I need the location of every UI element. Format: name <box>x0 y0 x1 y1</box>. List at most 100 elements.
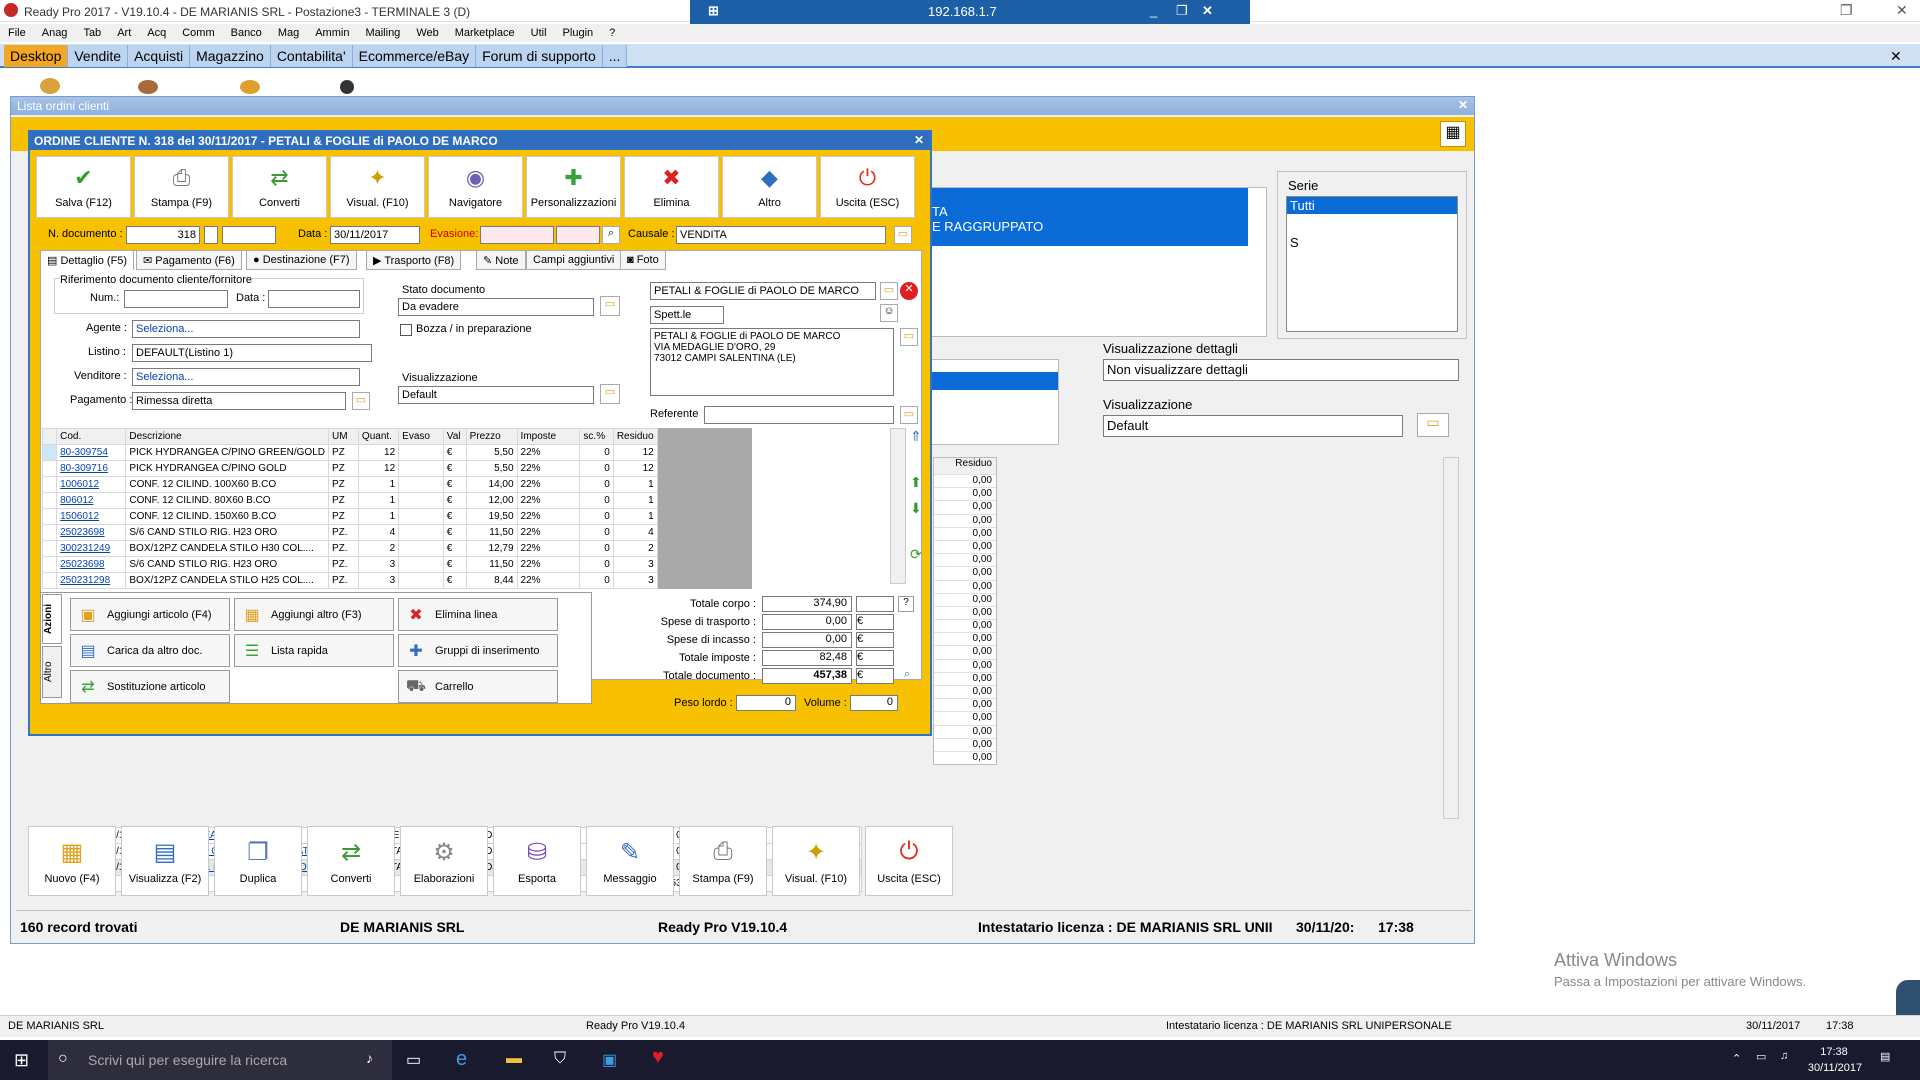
menu-help[interactable]: ? <box>609 27 615 39</box>
tab-vendite[interactable]: Vendite <box>68 45 129 67</box>
tab-foto[interactable]: ◙ Foto <box>620 250 666 270</box>
spese-incasso-value[interactable]: 0,00 <box>762 632 852 648</box>
menu-ammin[interactable]: Ammin <box>315 27 349 39</box>
move-up-icon[interactable]: ⬆ <box>910 474 922 491</box>
tab-trasporto[interactable]: ▶ Trasporto (F8) <box>366 250 462 270</box>
edge-icon[interactable]: e <box>456 1048 467 1071</box>
aggiungi-articolo-button[interactable]: ▣ Aggiungi articolo (F4) <box>70 598 230 631</box>
menu-acq[interactable]: Acq <box>147 27 166 39</box>
taskbar-search[interactable]: ○ Scrivi qui per eseguire la ricerca ♪ <box>48 1040 392 1080</box>
agente-select[interactable]: Seleziona... <box>132 320 360 338</box>
task-view-icon[interactable]: ▭ <box>406 1050 421 1070</box>
tab-acquisti[interactable]: Acquisti <box>128 45 191 67</box>
rif-data-input[interactable] <box>268 290 360 308</box>
stato-folder-icon[interactable]: ▭ <box>600 296 620 316</box>
altro-button[interactable]: ◆ Altro <box>722 156 817 218</box>
col-prezzo[interactable]: Prezzo <box>465 428 518 445</box>
menu-web[interactable]: Web <box>416 27 438 39</box>
minimize-icon[interactable]: _ <box>1150 3 1157 18</box>
tab-note[interactable]: ✎ Note <box>476 250 526 270</box>
tab-destinazione[interactable]: ● Destinazione (F7) <box>246 250 357 270</box>
menu-marketplace[interactable]: Marketplace <box>455 27 515 39</box>
visual-select[interactable]: Default <box>398 386 594 404</box>
menu-plugin[interactable]: Plugin <box>563 27 594 39</box>
tab-magazzino[interactable]: Magazzino <box>190 45 271 67</box>
salva-button[interactable]: ✔ Salva (F12) <box>36 156 131 218</box>
table-row[interactable]: 806012 CONF. 12 CILIND. 80X60 B.CO PZ 1 €12,… <box>41 492 753 509</box>
tab-more[interactable]: ... <box>602 45 628 67</box>
col-sc[interactable]: sc.% <box>579 428 614 445</box>
side-tab-altro[interactable]: Altro <box>42 646 62 698</box>
spese-trasporto-value[interactable]: 0,00 <box>762 614 852 630</box>
venditore-select[interactable]: Seleziona... <box>132 368 360 386</box>
line-cod[interactable]: 300231249 <box>56 540 127 557</box>
menu-util[interactable]: Util <box>531 27 547 39</box>
tab-dettaglio[interactable]: ▤ Dettaglio (F5) <box>40 250 135 270</box>
desktop-icon-4[interactable] <box>340 80 354 94</box>
menu-comm[interactable]: Comm <box>182 27 214 39</box>
report-icon[interactable]: ▦ <box>1440 121 1466 147</box>
causale-folder-icon[interactable]: ▭ <box>894 226 912 244</box>
evasione-search-icon[interactable]: ⌕ <box>602 226 620 244</box>
table-row[interactable]: 25023698 S/6 CAND STILO RIG. H23 ORO PZ. 4 €… <box>41 524 753 541</box>
menu-mag[interactable]: Mag <box>278 27 299 39</box>
carrello-button[interactable]: ⛟ Carrello <box>398 670 558 703</box>
tab-desktop[interactable]: Desktop <box>4 45 69 67</box>
restore-remote-icon[interactable]: ❐ <box>1176 3 1188 19</box>
stampa-bottom-button[interactable]: ⎙ Stampa (F9) <box>679 826 767 896</box>
pin-icon[interactable]: ⊞ <box>708 3 719 19</box>
data-input[interactable]: 30/11/2017 <box>330 226 420 244</box>
line-cod[interactable]: 250231298 <box>56 572 127 589</box>
rif-num-input[interactable] <box>124 290 228 308</box>
bozza-checkbox[interactable] <box>400 324 412 336</box>
uscita-bottom-button[interactable]: ⏻ Uscita (ESC) <box>865 826 953 896</box>
windows-start-icon[interactable]: ⊞ <box>14 1050 29 1071</box>
nuovo-button[interactable]: ▦ Nuovo (F4) <box>28 826 116 896</box>
tab-ecommerce[interactable]: Ecommerce/eBay <box>352 45 477 67</box>
line-cod[interactable]: 25023698 <box>56 524 127 541</box>
converti-dialog-button[interactable]: ⇄ Converti <box>232 156 327 218</box>
vis-select[interactable]: Default <box>1103 415 1403 437</box>
bg-scrollbar[interactable] <box>1443 457 1459 819</box>
gruppi-inserimento-button[interactable]: ✚ Gruppi di inserimento <box>398 634 558 667</box>
col-um[interactable]: UM <box>327 428 359 445</box>
table-row[interactable]: 25023698 S/6 CAND STILO RIG. H23 ORO PZ. 3 €… <box>41 556 753 573</box>
converti-button[interactable]: ⇄ Converti <box>307 826 395 896</box>
desktop-icon-1[interactable] <box>40 78 60 94</box>
remote-app-icon[interactable]: ▣ <box>602 1050 617 1070</box>
tray-chevron-icon[interactable]: ⌃ <box>1732 1052 1741 1065</box>
cliente-remove-icon[interactable]: ✕ <box>900 282 918 300</box>
sostituzione-articolo-button[interactable]: ⇄ Sostituzione articolo <box>70 670 230 703</box>
navigatore-button[interactable]: ◉ Navigatore <box>428 156 523 218</box>
col-cod[interactable]: Cod. <box>56 428 127 445</box>
volume-input[interactable]: 0 <box>850 695 898 711</box>
menu-art[interactable]: Art <box>117 27 131 39</box>
line-cod[interactable]: 80-309754 <box>56 444 127 461</box>
tab-forum[interactable]: Forum di supporto <box>476 45 603 67</box>
address-box[interactable]: PETALI & FOGLIE di PAOLO DE MARCO VIA MED… <box>650 328 894 396</box>
causale-input[interactable]: VENDITA <box>676 226 886 244</box>
ndoc-suffix[interactable] <box>204 226 218 244</box>
close-icon[interactable]: ✕ <box>1896 2 1908 19</box>
lines-scrollbar[interactable] <box>890 428 906 584</box>
peso-input[interactable]: 0 <box>736 695 796 711</box>
volume-icon[interactable]: ♫ <box>1780 1050 1788 1062</box>
orders-list-close-icon[interactable]: ✕ <box>1458 98 1468 112</box>
visual-folder-icon[interactable]: ▭ <box>600 384 620 404</box>
refresh-icon[interactable]: ⟳ <box>910 546 922 563</box>
explorer-icon[interactable]: ▬ <box>506 1050 522 1068</box>
pagamento-select[interactable]: Rimessa diretta <box>132 392 346 410</box>
menu-banco[interactable]: Banco <box>231 27 262 39</box>
elaborazioni-button[interactable]: ⚙ Elaborazioni <box>400 826 488 896</box>
stato-input[interactable]: Da evadere <box>398 298 594 316</box>
stampa-button[interactable]: ⎙ Stampa (F9) <box>134 156 229 218</box>
listino-select[interactable]: DEFAULT(Listino 1) <box>132 344 372 362</box>
table-row[interactable]: 1006012 CONF. 12 CILIND. 100X60 B.CO PZ 1 €1… <box>41 476 753 493</box>
order-dialog-close-icon[interactable]: ✕ <box>914 133 924 147</box>
line-cod[interactable]: 25023698 <box>56 556 127 573</box>
tab-pagamento[interactable]: ✉ Pagamento (F6) <box>136 250 242 270</box>
ndoc-input[interactable]: 318 <box>126 226 200 244</box>
elimina-button[interactable]: ✖ Elimina <box>624 156 719 218</box>
serie-list[interactable]: Tutti S <box>1286 196 1458 332</box>
table-row[interactable]: 1506012 CONF. 12 CILIND. 150X60 B.CO PZ 1 €1… <box>41 508 753 525</box>
